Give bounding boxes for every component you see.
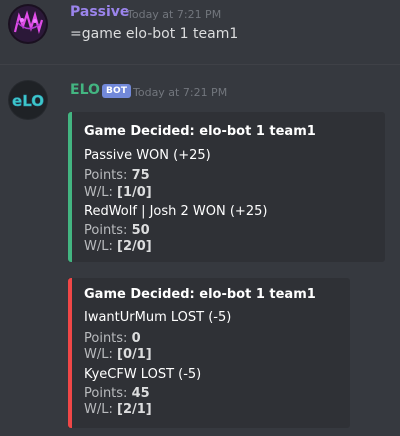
player-wl: W/L: [0/1] [84, 347, 152, 362]
embed-title: Game Decided: elo-bot 1 team1 [84, 287, 316, 302]
player-wl: W/L: [1/0] [84, 185, 152, 200]
timestamp: Today at 7:21 PM [133, 86, 228, 99]
embed-title: Game Decided: elo-bot 1 team1 [84, 124, 316, 139]
player-points: Points: 50 [84, 223, 150, 238]
elo-bot-avatar[interactable]: eLO [8, 80, 48, 120]
player-result: IwantUrMum LOST (-5) [84, 310, 232, 325]
embed-accent-bar [68, 278, 72, 428]
player-wl: W/L: [2/0] [84, 239, 152, 254]
player-points: Points: 0 [84, 331, 141, 346]
player-result: Passive WON (+25) [84, 148, 211, 163]
svg-text:eLO: eLO [12, 92, 44, 110]
player-points: Points: 75 [84, 168, 150, 183]
message-elo: eLO ELO BOT Today at 7:21 PM Game Decide… [0, 0, 400, 436]
embed-loss: Game Decided: elo-bot 1 team1 IwantUrMum… [68, 278, 350, 428]
player-points: Points: 45 [84, 386, 150, 401]
author-name[interactable]: ELO [70, 82, 100, 98]
player-wl: W/L: [2/1] [84, 402, 152, 417]
embed-win: Game Decided: elo-bot 1 team1 Passive WO… [68, 112, 385, 262]
embed-accent-bar [68, 112, 72, 262]
bot-badge: BOT [102, 84, 132, 98]
player-result: RedWolf | Josh 2 WON (+25) [84, 204, 268, 219]
player-result: KyeCFW LOST (-5) [84, 367, 202, 382]
